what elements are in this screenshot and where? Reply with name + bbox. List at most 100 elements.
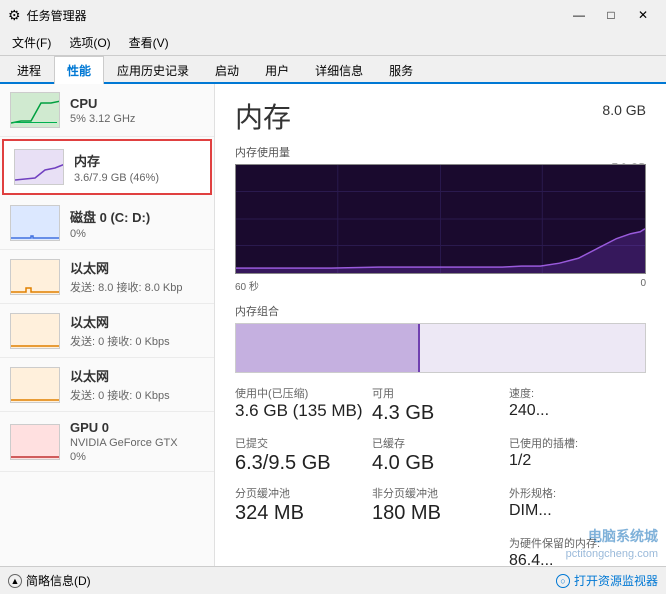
stat-paged-pool-label: 分页缓冲池 — [235, 485, 372, 501]
disk-thumb — [10, 205, 60, 241]
time-right: 0 — [640, 278, 646, 293]
panel-total: 8.0 GB — [602, 96, 646, 118]
content-area: CPU 5% 3.12 GHz 内存 3.6/7.9 GB (46%) — [0, 84, 666, 566]
bottom-bar: ▲ 简略信息(D) ○ 打开资源监视器 — [0, 566, 666, 594]
tab-bar: 进程 性能 应用历史记录 启动 用户 详细信息 服务 — [0, 56, 666, 84]
stat-speed-label: 速度: — [509, 385, 646, 401]
eth1-thumb — [10, 259, 60, 295]
eth2-info: 以太网 发送: 0 接收: 0 Kbps — [70, 312, 204, 349]
disk-label: 磁盘 0 (C: D:) — [70, 207, 204, 226]
stat-cached: 已缓存 4.0 GB — [372, 435, 509, 475]
memory-label: 内存 — [74, 151, 200, 170]
stat-slots: 已使用的插槽: 1/2 — [509, 435, 646, 475]
eth1-detail: 发送: 8.0 接收: 8.0 Kbp — [70, 279, 204, 295]
menu-file[interactable]: 文件(F) — [4, 32, 59, 53]
stat-nonpaged-pool: 非分页缓冲池 180 MB — [372, 485, 509, 525]
stat-speed: 速度: 240... — [509, 385, 646, 425]
stat-cached-value: 4.0 GB — [372, 451, 509, 475]
stat-empty1 — [235, 535, 372, 566]
tab-processes[interactable]: 进程 — [4, 56, 54, 84]
eth2-detail: 发送: 0 接收: 0 Kbps — [70, 333, 204, 349]
sidebar-item-cpu[interactable]: CPU 5% 3.12 GHz — [0, 84, 214, 137]
monitor-icon: ○ — [556, 574, 570, 588]
eth2-thumb — [10, 313, 60, 349]
menu-view[interactable]: 查看(V) — [121, 32, 177, 53]
stat-available-value: 4.3 GB — [372, 401, 509, 425]
eth2-label: 以太网 — [70, 312, 204, 331]
title-bar: ⚙ 任务管理器 — □ ✕ — [0, 0, 666, 30]
stat-available: 可用 4.3 GB — [372, 385, 509, 425]
time-left: 60 秒 — [235, 278, 259, 293]
usage-chart-label: 内存使用量 — [235, 144, 646, 160]
stat-form-factor-value: DIM... — [509, 501, 646, 520]
cpu-label: CPU — [70, 96, 204, 111]
memory-info: 内存 3.6/7.9 GB (46%) — [74, 151, 200, 184]
chevron-up-icon: ▲ — [8, 574, 22, 588]
close-button[interactable]: ✕ — [628, 5, 658, 25]
stat-in-use-label: 使用中(已压缩) — [235, 385, 372, 401]
stat-available-label: 可用 — [372, 385, 509, 401]
monitor-label: 打开资源监视器 — [574, 572, 658, 589]
menu-bar: 文件(F) 选项(O) 查看(V) — [0, 30, 666, 56]
cpu-info: CPU 5% 3.12 GHz — [70, 96, 204, 125]
composition-used — [236, 324, 420, 372]
stat-slots-value: 1/2 — [509, 451, 646, 470]
tab-users[interactable]: 用户 — [252, 56, 302, 84]
stat-cached-label: 已缓存 — [372, 435, 509, 451]
composition-chart — [235, 323, 646, 373]
tab-details[interactable]: 详细信息 — [302, 56, 376, 84]
stat-nonpaged-pool-label: 非分页缓冲池 — [372, 485, 509, 501]
usage-chart — [235, 164, 646, 274]
memory-thumb — [14, 149, 64, 185]
sidebar-item-eth1[interactable]: 以太网 发送: 8.0 接收: 8.0 Kbp — [0, 250, 214, 304]
eth3-thumb — [10, 367, 60, 403]
cpu-detail: 5% 3.12 GHz — [70, 113, 204, 125]
sidebar-item-eth3[interactable]: 以太网 发送: 0 接收: 0 Kbps — [0, 358, 214, 412]
right-panel: 内存 8.0 GB 内存使用量 7.9 GB — [215, 84, 666, 566]
stat-form-factor: 外形规格: DIM... — [509, 485, 646, 525]
memory-detail: 3.6/7.9 GB (46%) — [74, 172, 200, 184]
stat-committed: 已提交 6.3/9.5 GB — [235, 435, 372, 475]
sidebar-item-disk[interactable]: 磁盘 0 (C: D:) 0% — [0, 197, 214, 250]
sidebar-item-memory[interactable]: 内存 3.6/7.9 GB (46%) — [2, 139, 212, 195]
gpu-label: GPU 0 — [70, 420, 204, 435]
disk-info: 磁盘 0 (C: D:) 0% — [70, 207, 204, 240]
resource-monitor-button[interactable]: ○ 打开资源监视器 — [556, 572, 658, 589]
eth3-detail: 发送: 0 接收: 0 Kbps — [70, 387, 204, 403]
panel-header: 内存 8.0 GB — [235, 96, 646, 136]
menu-options[interactable]: 选项(O) — [61, 32, 118, 53]
eth3-label: 以太网 — [70, 366, 204, 385]
summary-label: 简略信息(D) — [26, 572, 91, 589]
sidebar-item-gpu[interactable]: GPU 0 NVIDIA GeForce GTX 0% — [0, 412, 214, 472]
eth1-info: 以太网 发送: 8.0 接收: 8.0 Kbp — [70, 258, 204, 295]
gpu-detail: NVIDIA GeForce GTX — [70, 437, 204, 449]
tab-startup[interactable]: 启动 — [202, 56, 252, 84]
time-labels: 60 秒 0 — [235, 278, 646, 293]
summary-button[interactable]: ▲ 简略信息(D) — [8, 572, 91, 589]
stat-nonpaged-pool-value: 180 MB — [372, 501, 509, 525]
stat-empty2 — [372, 535, 509, 566]
stat-in-use-value: 3.6 GB (135 MB) — [235, 401, 372, 421]
eth1-label: 以太网 — [70, 258, 204, 277]
maximize-button[interactable]: □ — [596, 5, 626, 25]
panel-title: 内存 — [235, 96, 291, 136]
stat-paged-pool-value: 324 MB — [235, 501, 372, 525]
gpu-detail2: 0% — [70, 451, 204, 463]
tab-performance[interactable]: 性能 — [54, 56, 104, 84]
watermark: 电脑系统城 pctitongcheng.com — [566, 527, 658, 562]
stat-in-use: 使用中(已压缩) 3.6 GB (135 MB) — [235, 385, 372, 425]
stat-speed-value: 240... — [509, 401, 646, 420]
eth3-info: 以太网 发送: 0 接收: 0 Kbps — [70, 366, 204, 403]
composition-label: 内存组合 — [235, 303, 646, 319]
stat-paged-pool: 分页缓冲池 324 MB — [235, 485, 372, 525]
sidebar-item-eth2[interactable]: 以太网 发送: 0 接收: 0 Kbps — [0, 304, 214, 358]
tab-services[interactable]: 服务 — [376, 56, 426, 84]
cpu-thumb — [10, 92, 60, 128]
app-title: 任务管理器 — [27, 7, 87, 24]
stat-committed-label: 已提交 — [235, 435, 372, 451]
left-panel: CPU 5% 3.12 GHz 内存 3.6/7.9 GB (46%) — [0, 84, 215, 566]
minimize-button[interactable]: — — [564, 5, 594, 25]
tab-app-history[interactable]: 应用历史记录 — [104, 56, 202, 84]
stat-slots-label: 已使用的插槽: — [509, 435, 646, 451]
stat-committed-value: 6.3/9.5 GB — [235, 451, 372, 475]
